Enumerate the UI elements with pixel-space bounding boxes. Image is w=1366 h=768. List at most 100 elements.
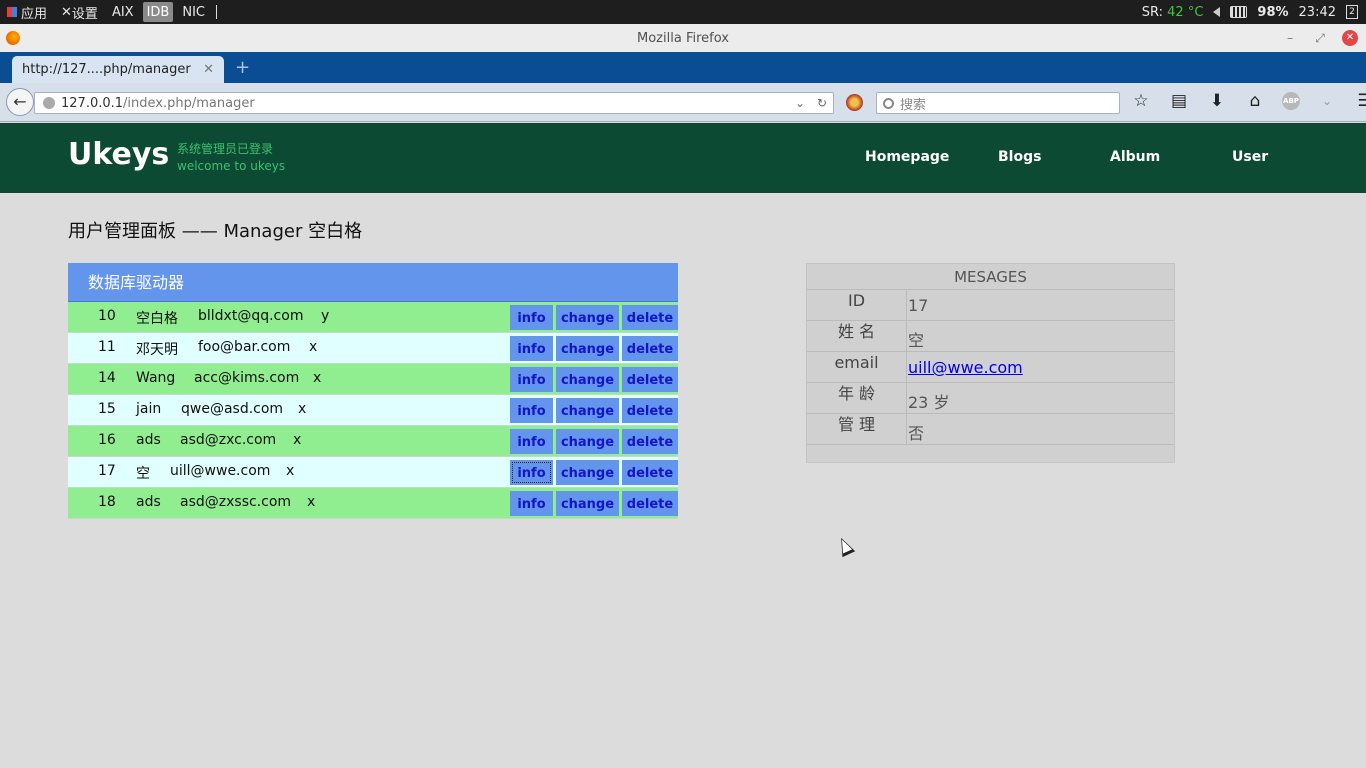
user-name: 空 [136,466,150,482]
change-button[interactable]: change [556,336,619,361]
sensor-readout: SR: 42 °C [1142,5,1204,20]
user-row: 10 空白格 blldxt@qq.com y info change delete [68,302,678,333]
user-name: 空白格 [136,311,178,327]
user-list: 10 空白格 blldxt@qq.com y info change delete 11 邓天明… [68,302,678,519]
message-row-admin: 管 理 否 [807,414,1174,445]
user-row: 18 ads asd@zxssc.com x info change delete [68,488,678,519]
field-value: 否 [908,424,925,443]
user-id: 14 [98,370,116,386]
admin-flag: x [307,494,316,510]
nav-homepage[interactable]: Homepage [865,149,949,165]
info-button[interactable]: info [510,491,553,516]
user-id: 17 [98,463,116,479]
bookmark-star-icon[interactable]: ☆ [1130,91,1152,111]
message-row-email: email uill@wwe.com [807,352,1174,383]
workspace-nic[interactable]: NIC [175,0,212,24]
nav-blogs[interactable]: Blogs [998,149,1041,165]
info-button[interactable]: info [510,367,553,392]
user-email: acc@kims.com [194,370,300,386]
mouse-cursor [834,534,856,558]
delete-button[interactable]: delete [622,491,678,516]
back-button[interactable]: ← [6,88,34,116]
reload-icon[interactable]: ↻ [817,96,827,110]
settings-menu[interactable]: ✕ 设置 [54,0,105,24]
globe-icon [43,97,55,109]
welcome-text: welcome to ukeys [177,159,286,173]
menu-icon[interactable]: ☰ [1354,91,1366,111]
new-tab-icon[interactable]: + [235,57,250,78]
user-row: 17 空 uill@wwe.com x info change delete [68,457,678,488]
admin-login-text: 系统管理员已登录 [177,142,274,156]
url-host: 127.0.0.1 [61,95,124,111]
info-button[interactable]: info [510,460,553,485]
delete-button[interactable]: delete [622,398,678,423]
delete-button[interactable]: delete [622,336,678,361]
field-label: 管 理 [807,414,907,444]
user-email: foo@bar.com [198,339,291,355]
delete-button[interactable]: delete [622,305,678,330]
address-bar[interactable]: 127.0.0.1 /index.php/manager ⌄ ↻ [34,92,834,114]
user-table-panel: 数据库驱动器 10 空白格 blldxt@qq.com y info change dele… [68,263,678,519]
adblock-icon[interactable]: ABP [1282,92,1300,110]
apps-menu-label: 应用 [21,6,48,22]
temperature-value: 42 °C [1167,4,1204,20]
message-row-age: 年 龄 23 岁 [807,383,1174,414]
minimize-icon[interactable]: – [1282,30,1298,46]
search-input[interactable]: 搜索 [876,92,1120,114]
login-status: 系统管理员已登录 welcome to ukeys [177,141,285,175]
download-icon[interactable]: ⬇ [1206,91,1228,111]
apps-icon [7,7,17,17]
url-path: /index.php/manager [123,95,255,111]
field-label: 年 龄 [807,383,907,413]
user-name: 邓天明 [136,342,178,358]
change-button[interactable]: change [556,367,619,392]
email-link[interactable]: uill@wwe.com [908,358,1023,377]
info-button[interactable]: info [510,305,553,330]
info-button[interactable]: info [510,429,553,454]
panel-heading: 数据库驱动器 [68,263,678,302]
change-button[interactable]: change [556,305,619,330]
search-icon [883,97,894,109]
maximize-icon[interactable]: ⤢ [1312,30,1328,46]
change-button[interactable]: change [556,398,619,423]
nav-album[interactable]: Album [1110,149,1160,165]
user-email: asd@zxc.com [180,432,277,448]
field-value: 23 岁 [908,393,950,412]
home-icon[interactable]: ⌂ [1244,91,1266,111]
page-title: 用户管理面板 —— Manager 空白格 [68,221,363,242]
reading-list-icon[interactable]: ▤ [1168,91,1190,111]
keyboard-icon[interactable] [1230,6,1248,18]
chevron-down-icon[interactable]: ⌄ [1316,94,1338,108]
close-tab-icon[interactable]: ✕ [203,62,214,77]
browser-tab[interactable]: http://127....php/manager ✕ [12,56,224,83]
workspace-idb[interactable]: IDB [142,2,174,22]
close-window-icon[interactable]: ✕ [1342,30,1358,46]
user-name: ads [136,494,161,510]
delete-button[interactable]: delete [622,460,678,485]
addon-icon[interactable] [846,94,863,111]
volume-icon[interactable] [1213,7,1221,17]
nav-user[interactable]: User [1232,149,1268,165]
info-button[interactable]: info [510,398,553,423]
user-id: 10 [98,308,116,324]
info-button[interactable]: info [510,336,553,361]
user-row: 11 邓天明 foo@bar.com x info change delete [68,333,678,364]
message-row-name: 姓 名 空 [807,321,1174,352]
history-dropdown-icon[interactable]: ⌄ [795,96,805,110]
apps-menu[interactable]: 应用 [0,0,54,24]
workspace-aix[interactable]: AIX [105,0,141,24]
change-button[interactable]: change [556,491,619,516]
change-button[interactable]: change [556,429,619,454]
user-email: qwe@asd.com [181,401,284,417]
change-button[interactable]: change [556,460,619,485]
site-logo[interactable]: Ukeys [68,137,169,172]
message-row-id: ID 17 [807,290,1174,321]
user-id: 16 [98,432,116,448]
field-value: 17 [908,296,929,315]
workspace-indicator[interactable]: 2 [1346,5,1358,19]
user-row: 16 ads asd@zxc.com x info change delete [68,426,678,457]
clock: 23:42 [1298,4,1336,20]
delete-button[interactable]: delete [622,429,678,454]
delete-button[interactable]: delete [622,367,678,392]
admin-flag: y [321,308,330,324]
